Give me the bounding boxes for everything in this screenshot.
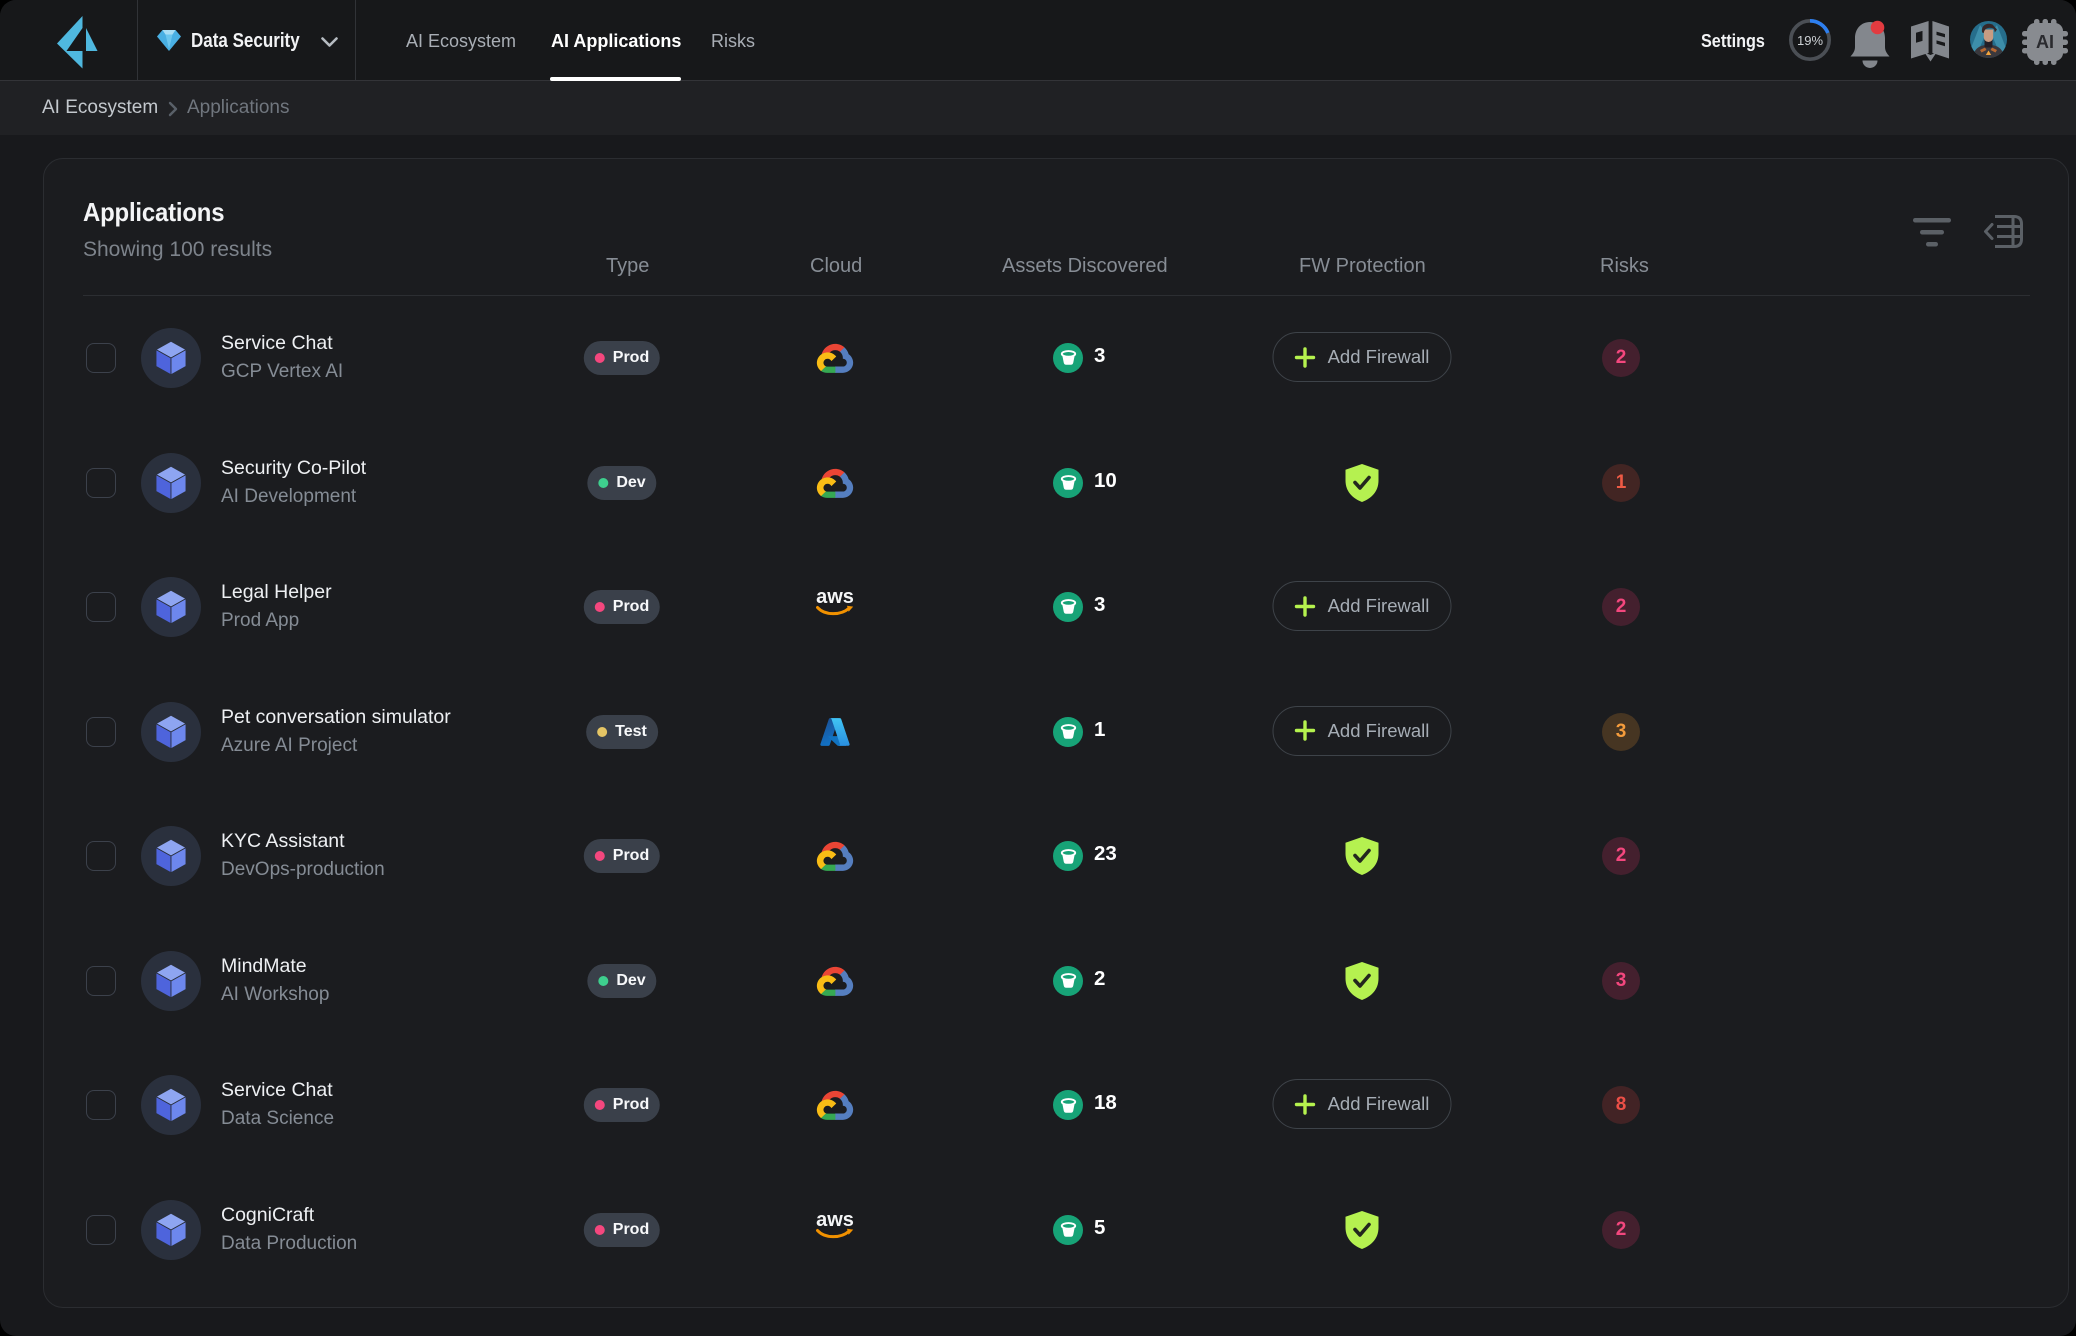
svg-text:AI: AI [2036, 32, 2054, 52]
svg-text:19%: 19% [1797, 33, 1823, 48]
